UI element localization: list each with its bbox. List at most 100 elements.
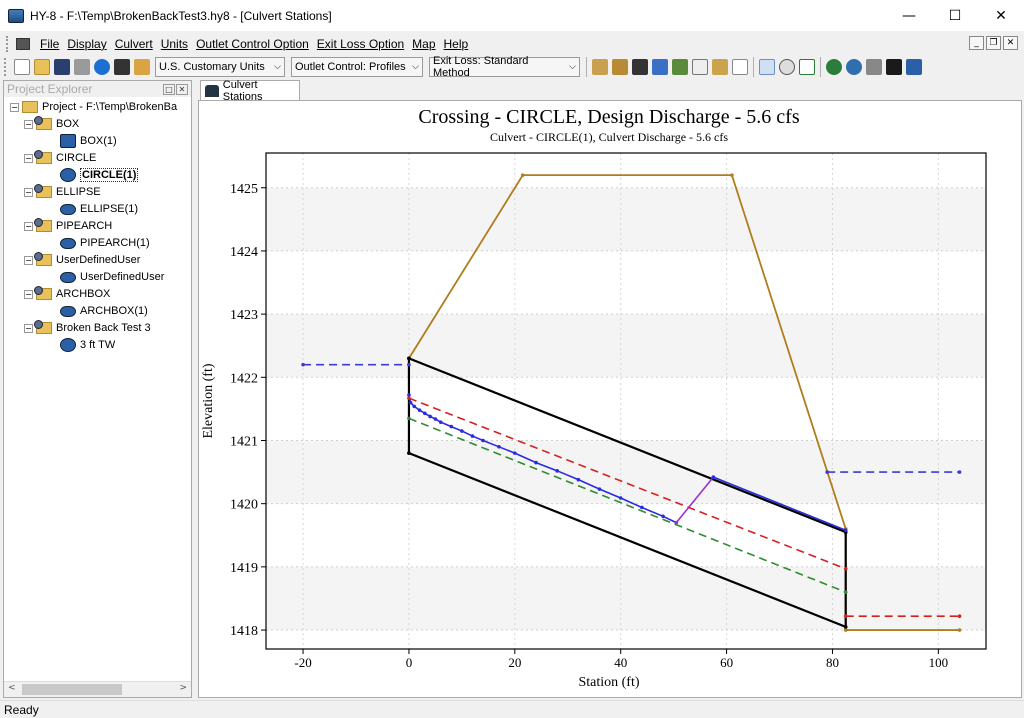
collapse-toggle-icon[interactable]: − — [24, 221, 33, 231]
scroll-left-icon[interactable]: < — [8, 683, 16, 693]
series-point-tailwater_critical — [957, 614, 962, 618]
print-icon[interactable] — [74, 59, 90, 75]
text-icon[interactable] — [114, 59, 130, 75]
circle-culvert-icon[interactable] — [779, 59, 795, 75]
earth-icon[interactable] — [846, 59, 862, 75]
panel-close-button[interactable]: ✕ — [176, 83, 188, 95]
menu-outlet-control-option[interactable]: Outlet Control Option — [192, 37, 313, 51]
outlet-control-select[interactable]: Outlet Control: Profiles ⌵ — [291, 57, 423, 77]
tree-culvert-4[interactable]: UserDefinedUser — [60, 269, 164, 285]
scroll-right-icon[interactable]: > — [179, 683, 187, 693]
tree-culvert-2[interactable]: ELLIPSE(1) — [60, 201, 138, 217]
tree-crossing-label: BOX — [56, 118, 80, 130]
culvert-data-icon[interactable] — [612, 59, 628, 75]
series-point-water_surface — [438, 420, 443, 424]
save-icon[interactable] — [54, 59, 70, 75]
toolbar-separator — [753, 57, 754, 77]
new-file-icon[interactable] — [14, 59, 30, 75]
chevron-down-icon: ⌵ — [274, 62, 281, 72]
trash-icon[interactable] — [866, 59, 882, 75]
calculator-icon[interactable] — [632, 59, 648, 75]
tree-crossing-2[interactable]: − ELLIPSE — [24, 184, 101, 200]
menu-display[interactable]: Display — [63, 37, 110, 51]
crossing-icon[interactable] — [592, 59, 608, 75]
project-explorer-title: Project Explorer — [7, 82, 93, 96]
tree-crossing-4[interactable]: − UserDefinedUser — [24, 252, 140, 268]
y-tick-label: 1425 — [230, 182, 258, 197]
scrollbar-thumb[interactable] — [22, 684, 122, 695]
energy-dissipator-icon[interactable] — [799, 59, 815, 75]
panel-float-button[interactable]: □ — [163, 83, 175, 95]
globe-icon[interactable] — [826, 59, 842, 75]
collapse-toggle-icon[interactable]: − — [24, 119, 33, 129]
series-point-water_surface — [481, 438, 485, 443]
series-point-embankment — [843, 628, 848, 632]
series-point-water_surface — [576, 477, 581, 482]
series-point-water_surface — [534, 460, 538, 465]
tab-culvert-stations[interactable]: Culvert Stations — [200, 79, 300, 103]
collapse-toggle-icon[interactable]: − — [10, 102, 19, 112]
collapse-toggle-icon[interactable]: − — [24, 153, 33, 163]
crossing-folder-icon — [34, 320, 52, 334]
collapse-toggle-icon[interactable]: − — [24, 289, 33, 299]
mdi-restore-button[interactable]: ❐ — [986, 36, 1001, 50]
report-icon[interactable] — [134, 59, 150, 75]
tree-crossing-5[interactable]: − ARCHBOX — [24, 286, 110, 302]
crossing-folder-icon — [34, 116, 52, 130]
series-point-water_surface — [470, 434, 475, 438]
explorer-horizontal-scrollbar[interactable]: < > — [4, 681, 191, 697]
terrain-icon[interactable] — [672, 59, 688, 75]
y-tick-label: 1419 — [230, 561, 258, 576]
document-icon[interactable] — [732, 59, 748, 75]
tree-culvert-1[interactable]: CIRCLE(1) — [60, 167, 139, 183]
help-icon[interactable] — [94, 59, 110, 75]
menu-file[interactable]: File — [36, 37, 63, 51]
units-select-value: U.S. Customary Units — [159, 61, 265, 73]
close-button[interactable]: ✕ — [978, 0, 1024, 31]
tree-crossing-1[interactable]: − CIRCLE — [24, 150, 96, 166]
tree-item-project[interactable]: − Project - F:\Temp\BrokenBa — [10, 99, 177, 115]
menu-map[interactable]: Map — [408, 37, 439, 51]
home-icon[interactable] — [886, 59, 902, 75]
menu-grip[interactable] — [6, 36, 16, 52]
tree-crossing-0[interactable]: − BOX — [24, 116, 79, 132]
series-point-culvert_inlet — [407, 451, 411, 455]
series-point-critical_depth — [843, 566, 848, 571]
series-point-water_surface — [449, 424, 454, 429]
tree-culvert-5[interactable]: ARCHBOX(1) — [60, 303, 148, 319]
mdi-minimize-button[interactable]: _ — [969, 36, 984, 50]
tree-culvert-3[interactable]: PIPEARCH(1) — [60, 235, 150, 251]
edit-icon[interactable] — [712, 59, 728, 75]
series-point-culvert_inlet — [407, 356, 411, 361]
tree-culvert-6[interactable]: 3 ft TW — [60, 337, 115, 353]
collapse-toggle-icon[interactable]: − — [24, 255, 33, 265]
toolbar-grip[interactable] — [4, 58, 8, 76]
units-select[interactable]: U.S. Customary Units ⌵ — [155, 57, 285, 77]
tree-crossing-6[interactable]: − Broken Back Test 3 — [24, 320, 151, 336]
menu-culvert[interactable]: Culvert — [111, 37, 157, 51]
maximize-button[interactable]: ☐ — [932, 0, 978, 31]
collapse-toggle-icon[interactable]: − — [24, 323, 33, 333]
exit-loss-select[interactable]: Exit Loss: Standard Method ⌵ — [429, 55, 580, 79]
grid-band — [266, 314, 986, 378]
mdi-close-button[interactable]: ✕ — [1003, 36, 1018, 50]
chart-icon[interactable] — [692, 59, 708, 75]
menu-help[interactable]: Help — [440, 37, 473, 51]
series-point-normal_depth — [843, 590, 848, 594]
tree-crossing-3[interactable]: − PIPEARCH — [24, 218, 112, 234]
culvert-profile-chart[interactable]: Crossing - CIRCLE, Design Discharge - 5.… — [199, 101, 1021, 697]
tree-culvert-0[interactable]: BOX(1) — [60, 133, 117, 149]
hy8-app-icon — [8, 8, 24, 23]
collapse-toggle-icon[interactable]: − — [24, 187, 33, 197]
menu-exit-loss-option[interactable]: Exit Loss Option — [313, 37, 408, 51]
series-point-water_surface — [428, 414, 432, 419]
profile-icon[interactable] — [652, 59, 668, 75]
culvert-view-icon[interactable] — [759, 59, 775, 75]
x-tick-label: 0 — [406, 655, 413, 670]
series-point-water_surface — [661, 514, 665, 519]
menu-units[interactable]: Units — [157, 37, 192, 51]
minimize-button[interactable]: — — [886, 0, 932, 31]
bridge-icon[interactable] — [906, 59, 922, 75]
open-folder-icon[interactable] — [34, 59, 50, 75]
document-system-icon[interactable] — [16, 38, 30, 50]
